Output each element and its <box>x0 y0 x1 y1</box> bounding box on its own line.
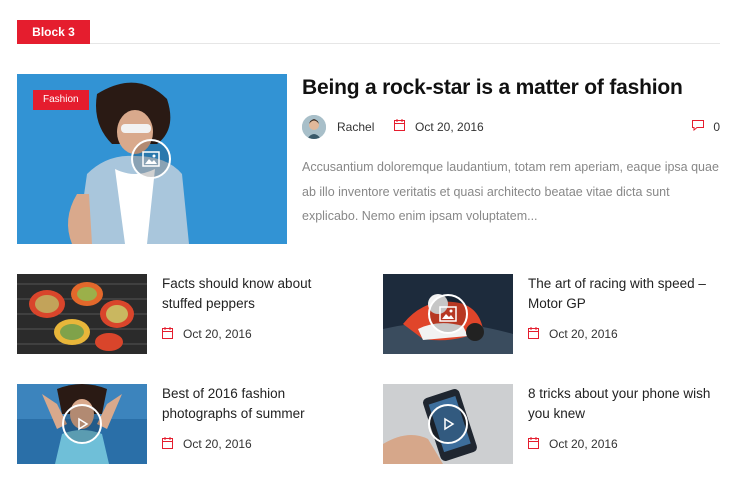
post-date: Oct 20, 2016 <box>183 327 252 341</box>
post-thumbnail[interactable] <box>383 384 513 464</box>
block-header: Block 3 <box>17 20 720 44</box>
image-icon <box>428 294 468 334</box>
featured-title[interactable]: Being a rock-star is a matter of fashion <box>302 76 683 100</box>
post-title[interactable]: 8 tricks about your phone wish you knew <box>528 384 718 424</box>
featured-excerpt: Accusantium doloremque laudantium, totam… <box>302 160 719 223</box>
post-thumbnail[interactable] <box>17 274 147 354</box>
image-icon <box>131 139 171 179</box>
play-icon <box>62 404 102 444</box>
post-date: Oct 20, 2016 <box>549 437 618 451</box>
avatar[interactable] <box>302 115 326 139</box>
comment-count[interactable]: 0 <box>713 120 720 134</box>
post-date: Oct 20, 2016 <box>183 437 252 451</box>
calendar-icon <box>394 119 405 134</box>
calendar-icon <box>528 437 539 452</box>
author-name[interactable]: Rachel <box>337 120 374 134</box>
featured-image[interactable]: Fashion <box>17 74 287 244</box>
post-date: Oct 20, 2016 <box>415 120 484 134</box>
post-thumbnail[interactable] <box>383 274 513 354</box>
block-title: Block 3 <box>17 20 90 44</box>
post-title[interactable]: Best of 2016 fashion photographs of summ… <box>162 384 337 424</box>
post-title[interactable]: Facts should know about stuffed peppers <box>162 274 337 314</box>
calendar-icon <box>162 437 173 452</box>
category-badge[interactable]: Fashion <box>33 90 89 110</box>
calendar-icon <box>528 327 539 342</box>
comment-icon[interactable] <box>692 120 704 134</box>
post-date: Oct 20, 2016 <box>549 327 618 341</box>
post-title[interactable]: The art of racing with speed – Motor GP <box>528 274 718 314</box>
peppers-photo <box>17 274 147 354</box>
calendar-icon <box>162 327 173 342</box>
post-thumbnail[interactable] <box>17 384 147 464</box>
play-icon <box>428 404 468 444</box>
featured-meta: Rachel Oct 20, 2016 0 <box>302 114 720 140</box>
